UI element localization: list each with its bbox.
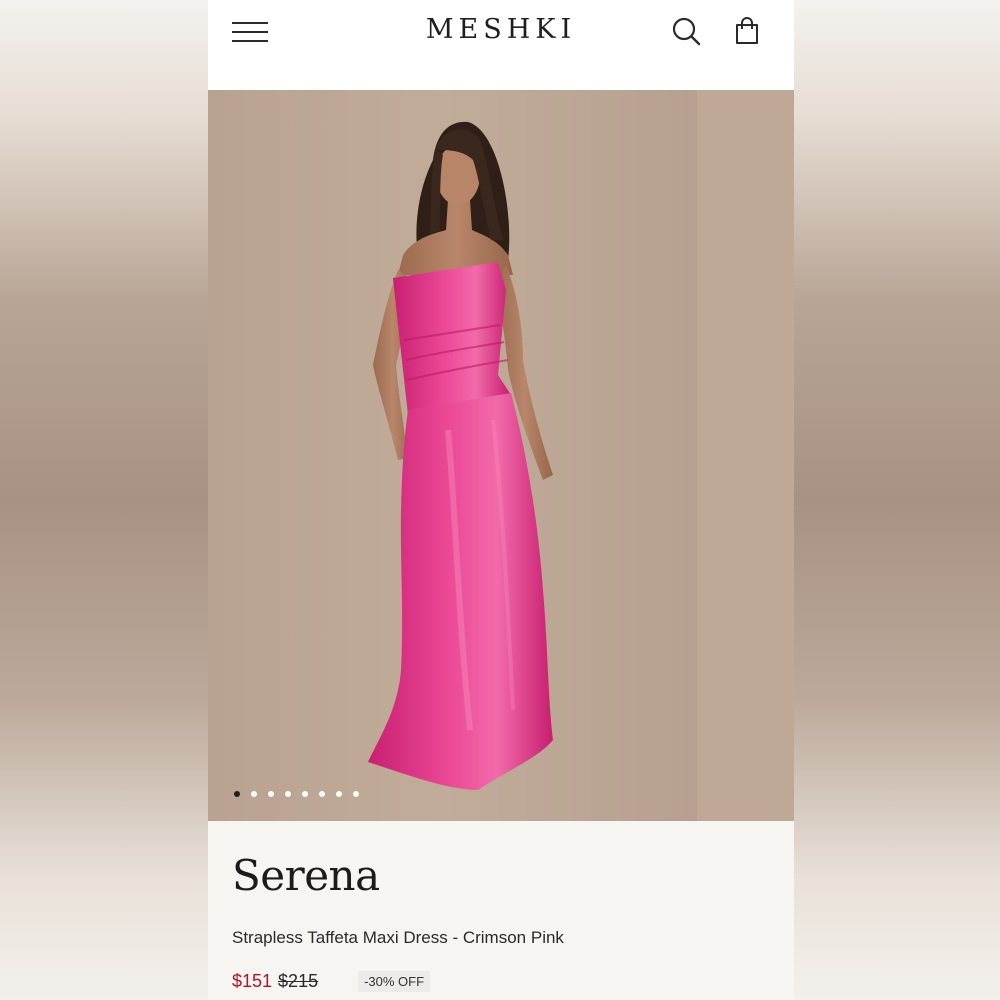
carousel-dots — [234, 791, 359, 797]
product-subtitle: Strapless Taffeta Maxi Dress - Crimson P… — [232, 928, 564, 947]
carousel-dot[interactable] — [319, 791, 325, 797]
product-image-carousel[interactable] — [208, 90, 794, 821]
product-photo — [368, 121, 553, 790]
carousel-dot[interactable] — [336, 791, 342, 797]
carousel-dot[interactable] — [302, 791, 308, 797]
search-icon[interactable] — [670, 15, 702, 47]
original-price: $215 — [278, 971, 319, 991]
product-page: MESHKI Serena Strapless Taffeta Maxi Dre… — [208, 0, 794, 1000]
carousel-dot[interactable] — [268, 791, 274, 797]
carousel-dot[interactable] — [353, 791, 359, 797]
price-row: $151 $215 -30% OFF — [232, 971, 431, 992]
product-title: Serena — [232, 851, 380, 900]
carousel-dot[interactable] — [285, 791, 291, 797]
discount-badge: -30% OFF — [358, 971, 431, 992]
sale-price: $151 — [232, 971, 273, 991]
shopping-bag-icon[interactable] — [732, 16, 762, 46]
site-header: MESHKI — [208, 0, 794, 90]
carousel-dot[interactable] — [234, 791, 240, 797]
brand-logo[interactable]: MESHKI — [208, 14, 794, 45]
product-info: Serena Strapless Taffeta Maxi Dress - Cr… — [208, 821, 794, 1000]
carousel-dot[interactable] — [251, 791, 257, 797]
